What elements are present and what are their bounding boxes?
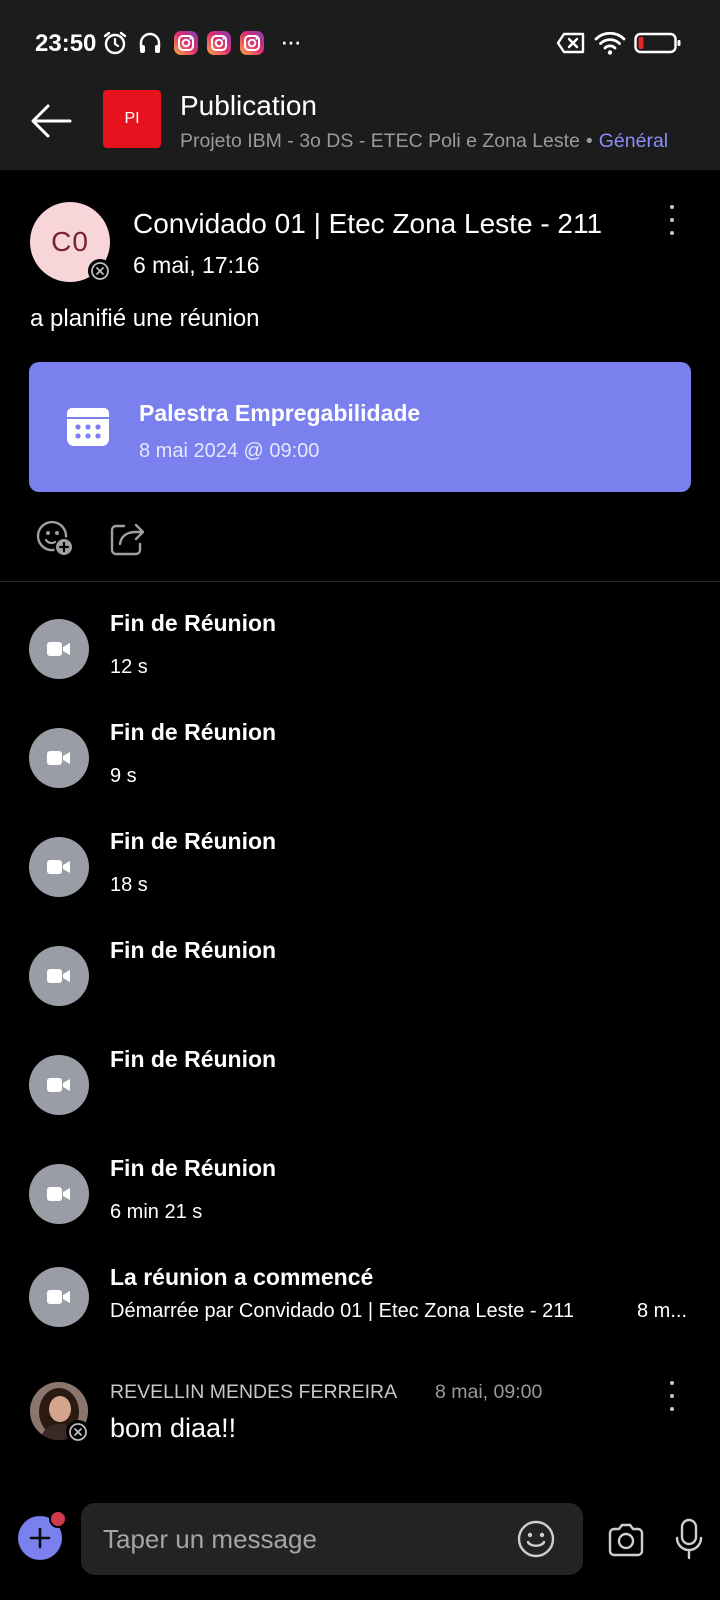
add-reaction-icon[interactable] [35,518,75,558]
event-duration: 9 s [110,765,137,787]
headphones-icon [139,32,161,53]
event-title: Fin de Réunion [110,1046,277,1072]
meeting-event[interactable]: Fin de Réunion 18 s [0,821,720,911]
status-bar: 23:50 ··· [0,0,720,84]
divider [0,581,720,582]
event-trailing-time: 8 m... [637,1300,688,1322]
meeting-event[interactable]: Fin de Réunion 6 min 21 s [0,1148,720,1238]
channel-link[interactable]: Général [599,130,668,152]
team-name[interactable]: Projeto IBM - 3o DS - ETEC Poli e Zona L… [180,130,580,152]
plus-icon [29,1527,51,1549]
message-input[interactable] [81,1503,583,1575]
reply-author: REVELLIN MENDES FERREIRA [110,1381,398,1403]
back-arrow-icon[interactable] [28,98,74,144]
event-subtitle: Démarrée par Convidado 01 | Etec Zona Le… [110,1300,574,1322]
event-title: Fin de Réunion [110,937,277,963]
video-camera-icon [29,946,89,1006]
event-title: Fin de Réunion [110,610,277,636]
battery-low-icon [634,32,681,54]
team-avatar[interactable]: PI [103,90,161,148]
event-title: Fin de Réunion [110,719,277,745]
video-camera-icon [29,837,89,897]
meeting-datetime: 8 mai 2024 @ 09:00 [139,440,320,462]
event-duration: 6 min 21 s [110,1201,203,1223]
calendar-icon [67,408,109,446]
event-title: Fin de Réunion [110,828,277,854]
meeting-title: Palestra Empregabilidade [139,400,421,426]
video-camera-icon [29,1164,89,1224]
presence-offline-icon [88,259,112,283]
notification-dot [49,1510,67,1528]
event-title: Fin de Réunion [110,1155,277,1181]
video-camera-icon [29,619,89,679]
post-more-options-icon[interactable] [666,205,678,235]
more-notifications-icon: ··· [280,26,302,56]
video-camera-icon [29,1267,89,1327]
meeting-started-event[interactable]: La réunion a commencé Démarrée par Convi… [0,1257,720,1347]
event-duration: 12 s [110,656,148,678]
post-author: Convidado 01 | Etec Zona Leste - 211 [133,208,603,239]
camera-icon[interactable] [606,1520,646,1560]
wifi-icon [594,31,626,55]
microphone-icon[interactable] [674,1518,704,1560]
video-camera-icon [29,1055,89,1115]
instagram-icon [240,31,264,55]
emoji-icon[interactable] [516,1519,556,1559]
meeting-event[interactable]: Fin de Réunion [0,930,720,1020]
clock: 23:50 [35,30,97,57]
breadcrumb: Projeto IBM - 3o DS - ETEC Poli e Zona L… [180,130,668,153]
event-title: La réunion a commencé [110,1264,374,1290]
post-text: a planifié une réunion [30,305,260,332]
app-header: PI Publication Projeto IBM - 3o DS - ETE… [0,84,720,170]
presence-offline-icon [66,1420,90,1444]
reply-more-options-icon[interactable] [666,1381,678,1411]
reply-text: bom diaa!! [110,1413,237,1443]
video-camera-icon [29,728,89,788]
no-sim-icon [556,32,585,54]
instagram-icon [207,31,231,55]
reply-timestamp: 8 mai, 09:00 [435,1381,543,1403]
event-duration: 18 s [110,874,148,896]
instagram-icon [174,31,198,55]
meeting-card[interactable]: Palestra Empregabilidade 8 mai 2024 @ 09… [29,362,691,492]
meeting-event[interactable]: Fin de Réunion [0,1039,720,1129]
page-title: Publication [180,90,317,121]
meeting-event[interactable]: Fin de Réunion 12 s [0,603,720,693]
share-icon[interactable] [108,518,148,558]
alarm-icon [103,31,127,55]
post-timestamp: 6 mai, 17:16 [133,252,260,278]
meeting-event[interactable]: Fin de Réunion 9 s [0,712,720,802]
breadcrumb-separator: • [585,130,593,152]
